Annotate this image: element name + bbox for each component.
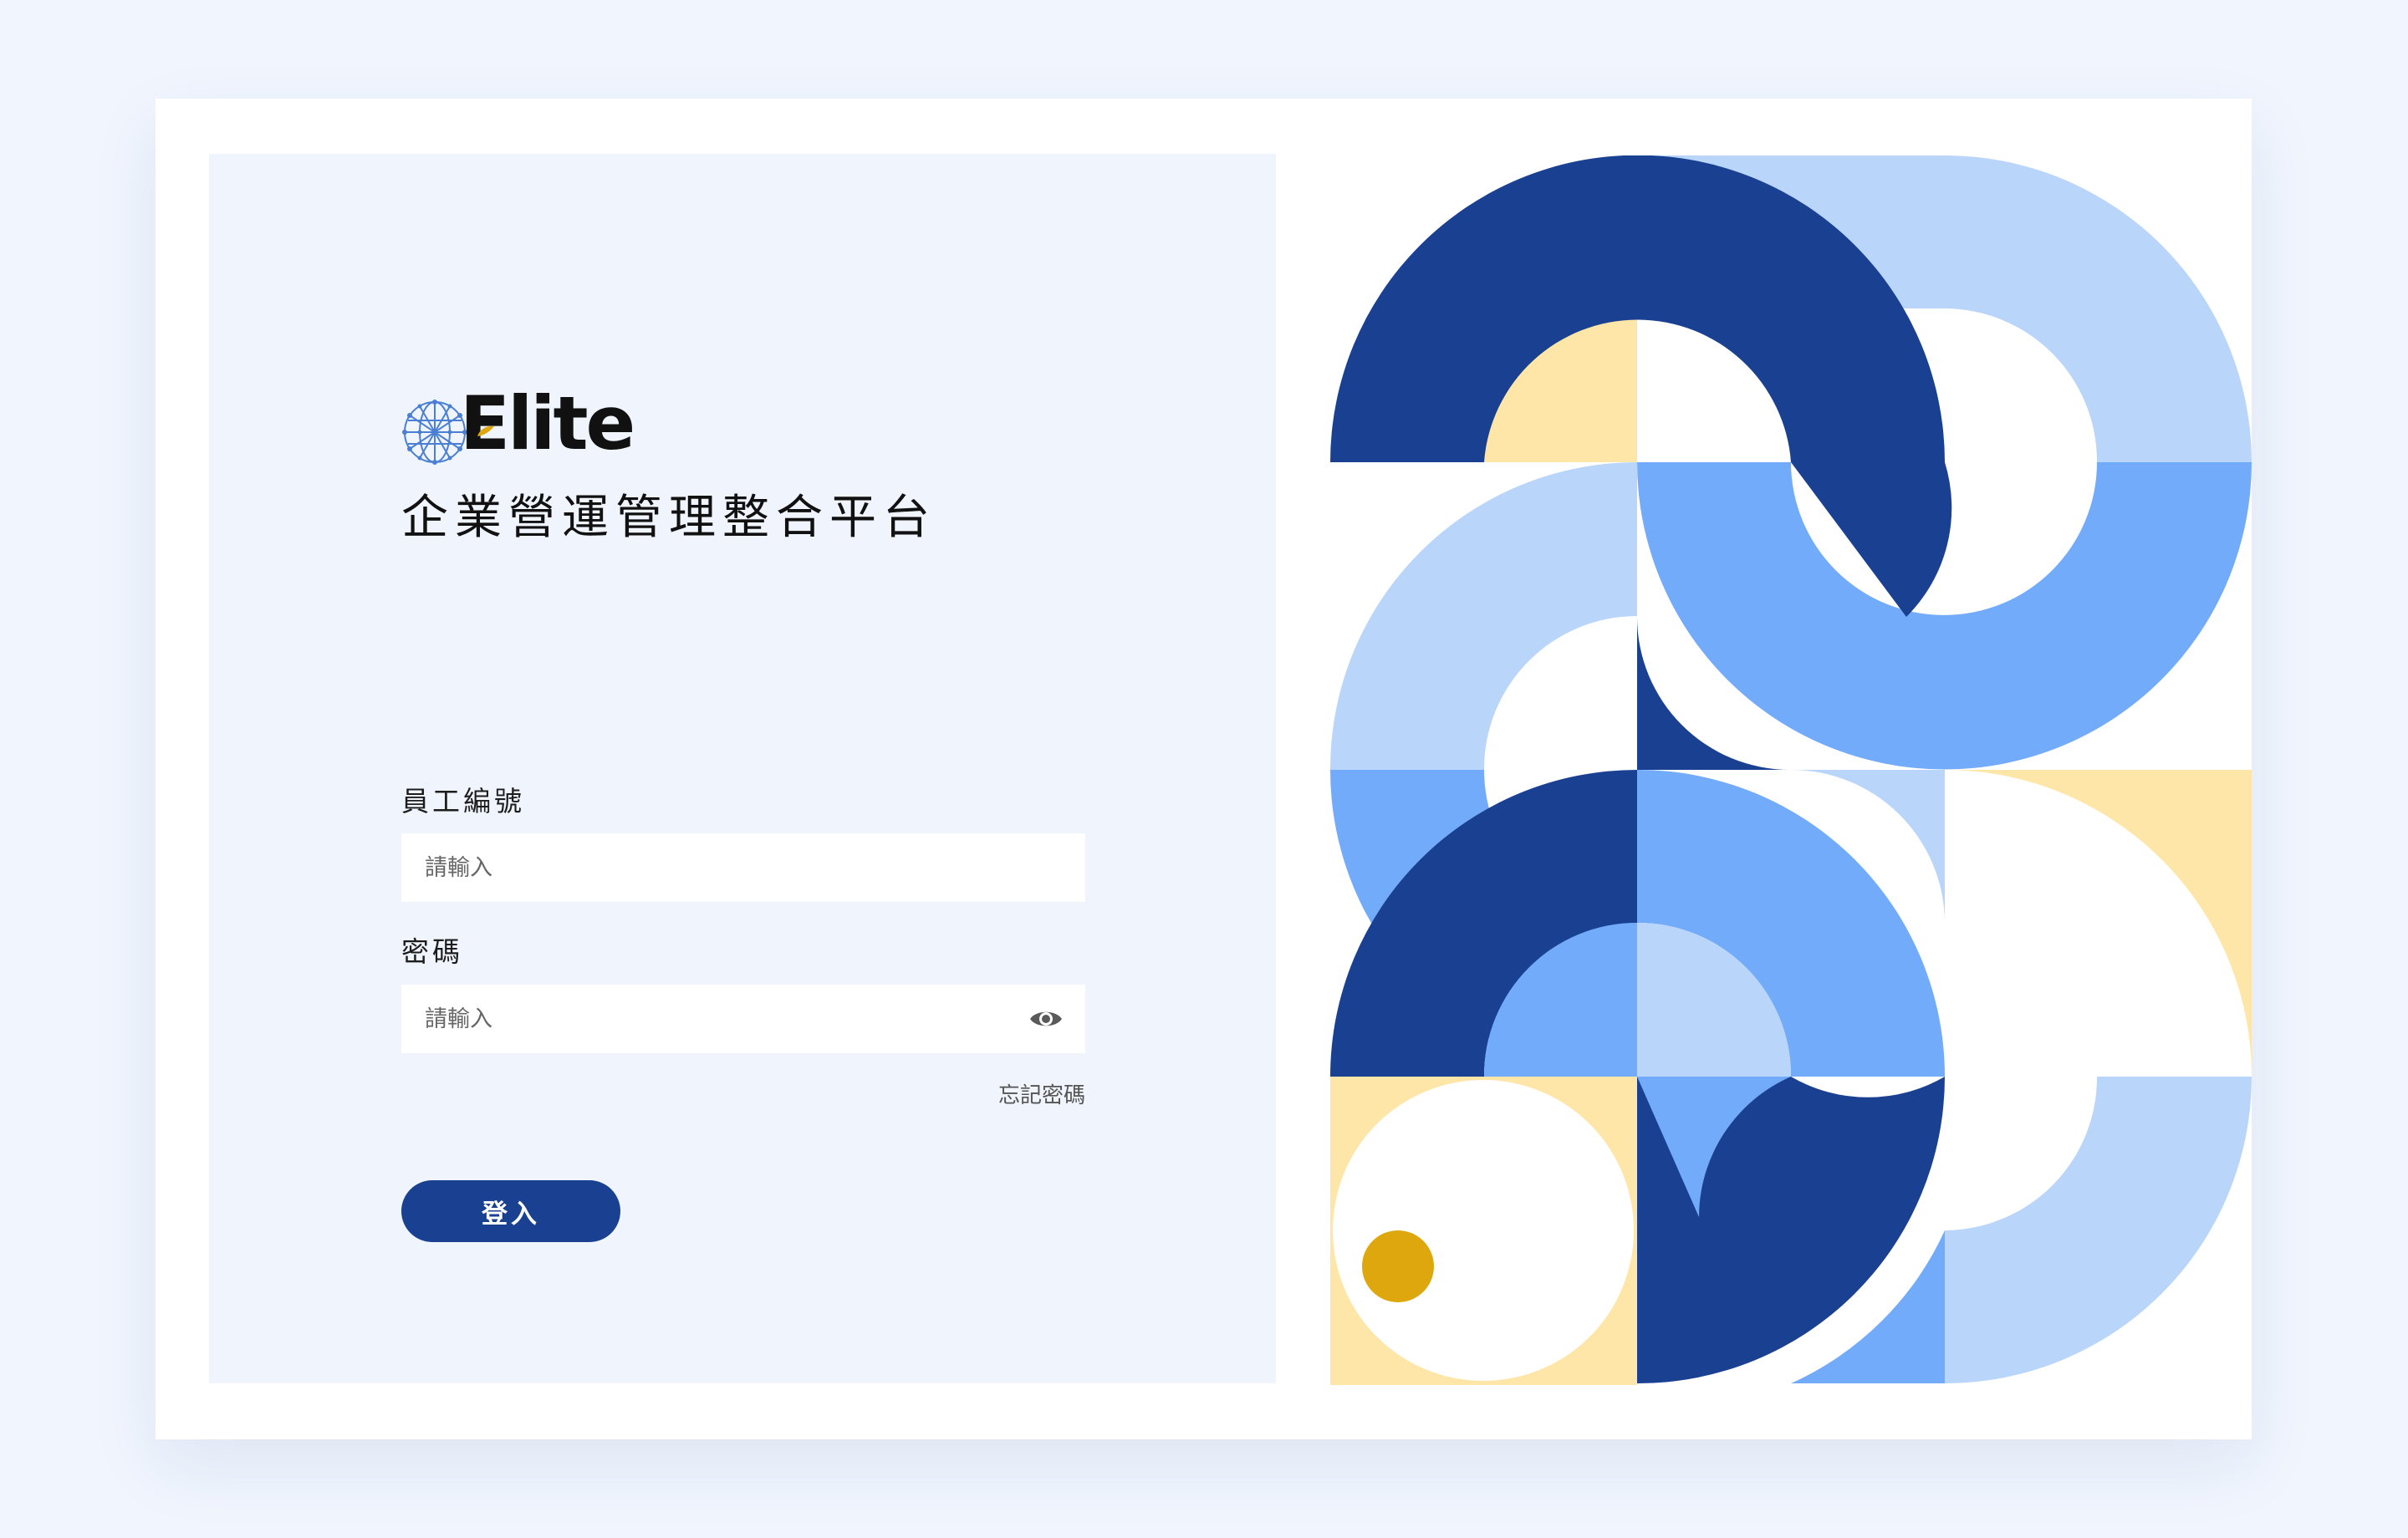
employee-id-label: 員工編號 <box>401 785 525 817</box>
password-field-box <box>401 985 1085 1053</box>
login-card: Elite 企業營運管理整合平台 員工編號 密碼 忘記密碼 登入 <box>156 99 2252 1439</box>
forgot-password-link[interactable]: 忘記密碼 <box>995 1078 1085 1109</box>
platform-title: 企業營運管理整合平台 <box>401 491 936 545</box>
brand-logo: Elite <box>401 387 635 471</box>
employee-id-input[interactable] <box>401 833 1085 902</box>
decorative-geometric-illustration <box>1330 155 2252 1385</box>
network-globe-icon <box>402 400 467 465</box>
password-label: 密碼 <box>401 935 463 968</box>
leaf-accent-icon <box>477 425 494 436</box>
login-button[interactable]: 登入 <box>401 1180 620 1242</box>
eye-icon[interactable] <box>1028 1005 1064 1033</box>
employee-id-field-box <box>401 833 1085 902</box>
password-input[interactable] <box>401 985 1085 1053</box>
brand-wordmark: Elite <box>460 380 635 466</box>
login-panel: Elite 企業營運管理整合平台 員工編號 密碼 忘記密碼 登入 <box>209 154 1276 1383</box>
